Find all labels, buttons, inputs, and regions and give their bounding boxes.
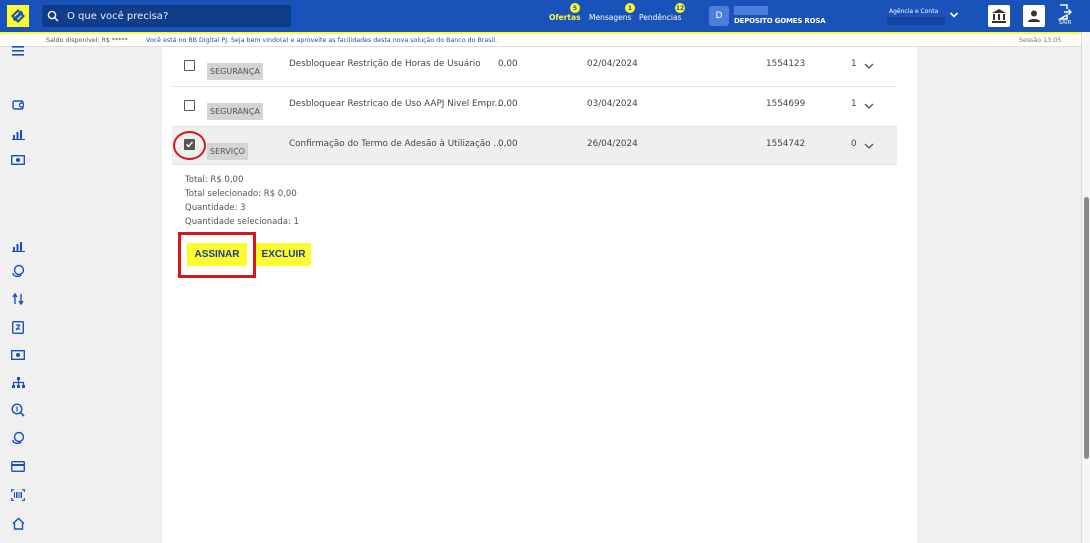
top-header: O que você precisa? Ofertas 5 Mensagens … [0, 0, 1090, 32]
barcode-icon[interactable] [11, 488, 25, 502]
search-icon [47, 10, 59, 22]
highlight-rect-annotation [178, 232, 256, 278]
row-code: 1554699 [766, 99, 806, 109]
bar-chart-icon[interactable] [11, 127, 25, 141]
row-value: 0,00 [498, 99, 518, 109]
saldo-disponivel[interactable]: Saldo disponível: R$ ***** [46, 37, 128, 44]
card-icon[interactable] [11, 459, 25, 473]
row-date: 02/04/2024 [587, 59, 638, 69]
quantity-selected: Quantidade selecionada: 1 [185, 217, 299, 227]
row-value: 0,00 [498, 59, 518, 69]
payment-icon[interactable] [11, 320, 25, 334]
mensagens-badge: 1 [625, 3, 635, 13]
bb-logo-icon[interactable] [7, 5, 29, 27]
highlight-circle-annotation [173, 131, 206, 160]
row-code: 1554123 [766, 59, 806, 69]
pendencias-badge: 12 [675, 3, 685, 13]
agency-label: Agência e Conta [889, 8, 939, 15]
money-icon[interactable] [11, 348, 25, 362]
redacted-name-bar [734, 6, 768, 15]
total-value: Total: R$ 0,00 [185, 175, 244, 185]
category-tag: SEGURANÇA [207, 103, 263, 120]
row-checkbox[interactable] [184, 60, 195, 71]
chevron-down-icon[interactable] [864, 62, 874, 70]
table-row[interactable]: SEGURANÇA Desbloquear Restricao de Uso A… [172, 87, 897, 127]
table-row-selected[interactable]: SERVIÇO Confirmação do Termo de Adesão à… [172, 127, 897, 165]
row-code: 1554742 [766, 139, 806, 149]
agency-selector[interactable] [887, 17, 945, 25]
delete-button[interactable]: EXCLUIR [256, 243, 311, 266]
row-date: 26/04/2024 [587, 139, 638, 149]
table-row[interactable]: SEGURANÇA Desbloquear Restrição de Horas… [172, 47, 897, 87]
user-profile-button[interactable] [1023, 5, 1045, 27]
exit-label: SAIR [1058, 20, 1072, 26]
info-bar: Saldo disponível: R$ ***** Você está no … [0, 32, 1081, 47]
user-icon [1028, 10, 1040, 22]
hierarchy-icon[interactable] [11, 376, 25, 390]
account-name[interactable]: DEPOSITO GOMES ROSA [734, 17, 826, 25]
coins-icon[interactable] [11, 264, 25, 278]
search-input[interactable]: O que você precisa? [42, 5, 291, 27]
quantity: Quantidade: 3 [185, 203, 246, 213]
session-timer: Sessão 13:05 [1019, 37, 1062, 44]
vertical-scrollbar[interactable] [1081, 32, 1090, 543]
row-description: Confirmação do Termo de Adesão à Utiliza… [289, 139, 502, 149]
left-nav-rail [0, 44, 36, 543]
dollar-search-icon[interactable] [11, 403, 25, 417]
chevron-down-icon[interactable] [864, 102, 874, 110]
row-quantity: 1 [851, 59, 857, 69]
scrollbar-thumb[interactable] [1084, 197, 1089, 459]
chart-icon[interactable] [11, 239, 25, 253]
nav-pendencias[interactable]: Pendências [639, 13, 681, 22]
bank-building-button[interactable] [988, 5, 1010, 27]
nav-mensagens[interactable]: Mensagens [589, 13, 631, 22]
row-description: Desbloquear Restrição de Horas de Usuári… [289, 59, 481, 69]
category-tag: SEGURANÇA [207, 63, 263, 80]
row-quantity: 1 [851, 99, 857, 109]
exit-icon [1058, 4, 1072, 20]
avatar[interactable]: D [709, 6, 729, 26]
cash-icon[interactable] [11, 153, 25, 167]
bank-icon [992, 9, 1006, 23]
row-value: 0,00 [498, 139, 518, 149]
welcome-message: Você está no BB Digital PJ. Seja bem vin… [146, 37, 497, 44]
row-quantity: 0 [851, 139, 857, 149]
exit-button[interactable]: SAIR [1055, 4, 1075, 30]
row-checkbox[interactable] [184, 100, 195, 111]
chevron-down-icon[interactable] [949, 10, 959, 20]
category-tag: SERVIÇO [207, 143, 248, 160]
home-icon[interactable] [11, 516, 25, 530]
hamburger-menu-icon[interactable] [11, 44, 25, 58]
nav-ofertas[interactable]: Ofertas [549, 13, 581, 22]
transfer-icon[interactable] [11, 292, 25, 306]
row-description: Desbloquear Restricao de Uso AAPJ Nivel … [289, 99, 503, 109]
ofertas-badge: 5 [570, 3, 580, 13]
search-placeholder: O que você precisa? [67, 10, 169, 22]
wallet-icon[interactable] [11, 98, 25, 112]
investment-icon[interactable] [11, 431, 25, 445]
totals-summary: Total: R$ 0,00 Total selecionado: R$ 0,0… [185, 173, 299, 229]
row-date: 03/04/2024 [587, 99, 638, 109]
total-selected: Total selecionado: R$ 0,00 [185, 189, 297, 199]
chevron-down-icon[interactable] [864, 142, 874, 150]
